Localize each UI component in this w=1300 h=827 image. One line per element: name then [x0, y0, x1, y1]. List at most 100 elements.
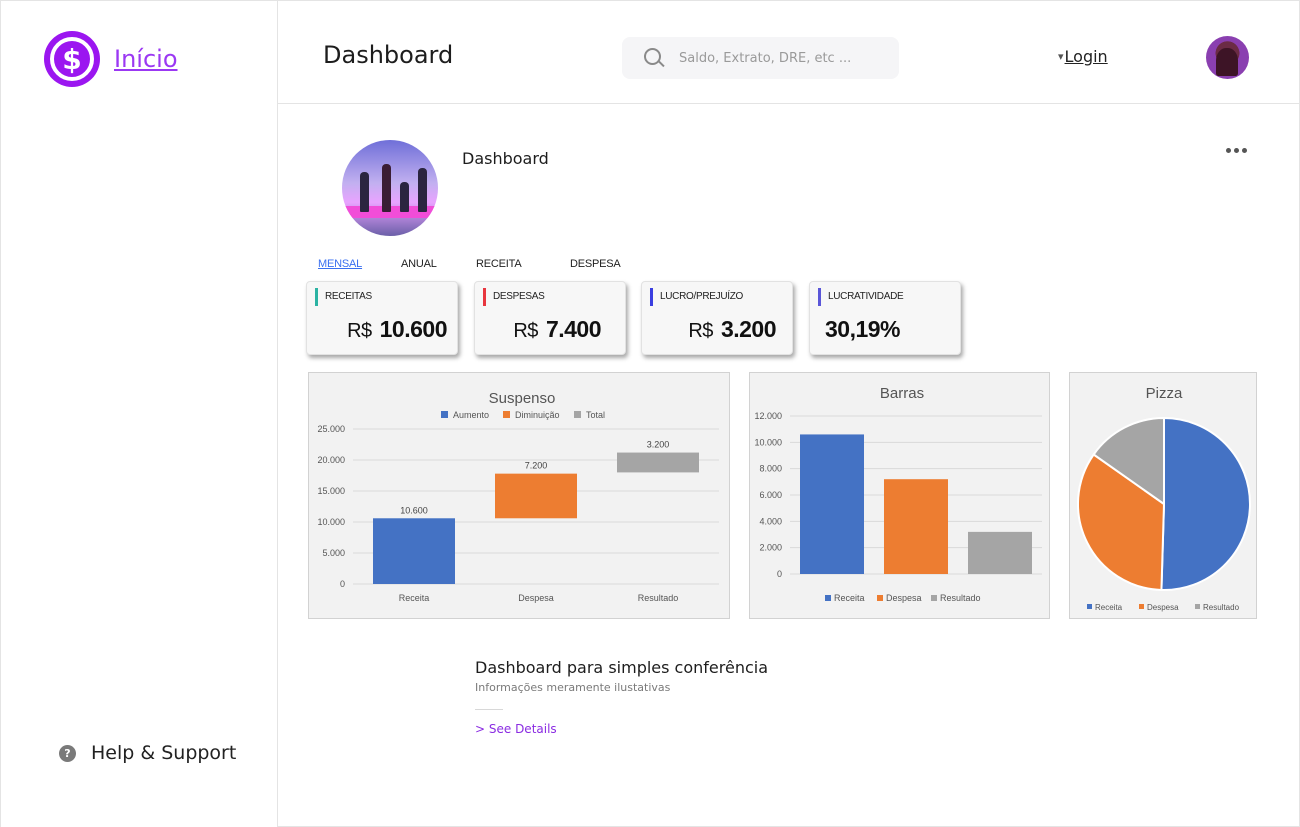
legend-label: Receita [834, 593, 865, 603]
pie-slice [1160, 416, 1251, 591]
kpi-label: RECEITAS [325, 291, 372, 302]
kpi-value: R$ 10.600 [347, 316, 447, 342]
chart-pizza: Pizza Receita Despesa Resultado [1069, 372, 1257, 619]
y-tick-label: 6.000 [759, 490, 782, 500]
help-support-link[interactable]: ? Help & Support [59, 742, 236, 764]
y-tick-label: 2.000 [759, 543, 782, 553]
legend-label: Resultado [1203, 603, 1240, 612]
kpi-card-receitas: RECEITAS R$ 10.600 [306, 281, 458, 355]
chart-pizza-svg: Pizza Receita Despesa Resultado [1077, 385, 1251, 612]
login-link[interactable]: Login [1065, 47, 1108, 66]
question-circle-icon: ? [59, 744, 76, 762]
kpi-card-lucro-prejuizo: LUCRO/PREJUÍZO R$ 3.200 [641, 281, 793, 355]
chart-title: Suspenso [489, 390, 556, 407]
login-dropdown[interactable]: ▾ Login [1058, 47, 1108, 66]
y-tick-label: 25.000 [317, 424, 345, 434]
period-tabs: MENSAL ANUAL RECEITA DESPESA [318, 258, 621, 270]
legend-swatch [574, 411, 581, 418]
card-title: Dashboard [462, 149, 549, 168]
chart-suspenso: Suspenso Aumento Diminuição Total 0 5.000 10.0… [308, 372, 730, 619]
home-link[interactable]: Início [114, 45, 178, 73]
data-label: 10.600 [400, 505, 428, 515]
caret-down-icon: ▾ [1058, 50, 1064, 63]
kpi-color-bar [818, 288, 821, 306]
sidebar: $ Início ? Help & Support [1, 1, 278, 827]
bar [800, 434, 864, 574]
help-support-label: Help & Support [91, 742, 237, 764]
x-tick-label: Receita [399, 593, 430, 603]
app-window: $ Início ? Help & Support Dashboard ▾ Lo… [0, 0, 1300, 827]
main-content: Dashboard MENSAL ANUAL RECEITA DESPESA R… [278, 104, 1300, 827]
legend-label: Aumento [453, 410, 489, 420]
legend-label: Despesa [1147, 603, 1179, 612]
kpi-label: LUCRATIVIDADE [828, 291, 904, 302]
bar [495, 473, 577, 519]
kpi-label: LUCRO/PREJUÍZO [660, 291, 744, 302]
tab-despesa[interactable]: DESPESA [570, 258, 621, 270]
tab-receita[interactable]: RECEITA [476, 258, 570, 270]
kpi-color-bar [315, 288, 318, 306]
x-tick-label: Despesa [518, 593, 554, 603]
chart-title: Barras [880, 385, 924, 402]
kpi-card-despesas: DESPESAS R$ 7.400 [474, 281, 626, 355]
legend-swatch [441, 411, 448, 418]
legend-label: Total [586, 410, 605, 420]
search-input[interactable] [679, 50, 879, 66]
dashboard-cover-image [342, 140, 438, 236]
y-tick-label: 5.000 [322, 548, 345, 558]
legend-swatch [1139, 604, 1144, 609]
y-tick-label: 12.000 [754, 411, 782, 421]
kpi-label: DESPESAS [493, 291, 545, 302]
legend-swatch [931, 595, 937, 601]
legend-label: Despesa [886, 593, 922, 603]
chart-barras-svg: Barras 0 2.000 4.000 6.000 8.000 10.000 12.000 R… [754, 385, 1042, 603]
bar [373, 518, 455, 584]
bar [968, 531, 1032, 574]
chart-barras: Barras 0 2.000 4.000 6.000 8.000 10.000 12.000 R… [749, 372, 1050, 619]
legend-label: Receita [1095, 603, 1123, 612]
y-tick-label: 4.000 [759, 516, 782, 526]
user-avatar[interactable] [1206, 36, 1249, 79]
kpi-value: R$ 3.200 [688, 316, 776, 342]
data-label: 3.200 [647, 440, 670, 450]
dollar-symbol: $ [50, 37, 94, 81]
page-title: Dashboard [323, 41, 454, 69]
y-tick-label: 10.000 [317, 517, 345, 527]
legend-swatch [503, 411, 510, 418]
kpi-color-bar [650, 288, 653, 306]
data-label: 7.200 [525, 461, 548, 471]
divider [475, 709, 503, 710]
x-tick-label: Resultado [638, 593, 679, 603]
legend-swatch [825, 595, 831, 601]
y-tick-label: 0 [777, 569, 782, 579]
bar [617, 452, 699, 473]
legend-label: Diminuição [515, 410, 560, 420]
legend-swatch [1195, 604, 1200, 609]
bar [884, 479, 948, 574]
info-subtitle: Informações meramente ilustativas [475, 681, 671, 694]
y-tick-label: 10.000 [754, 437, 782, 447]
tab-anual[interactable]: ANUAL [401, 258, 476, 270]
dollar-logo-icon: $ [44, 31, 100, 87]
legend-label: Resultado [940, 593, 981, 603]
y-tick-label: 8.000 [759, 464, 782, 474]
y-tick-label: 0 [340, 579, 345, 589]
search-box[interactable] [622, 37, 899, 79]
y-tick-label: 20.000 [317, 455, 345, 465]
see-details-link[interactable]: > See Details [475, 722, 557, 736]
kpi-value: R$ 7.400 [513, 316, 601, 342]
tab-mensal[interactable]: MENSAL [318, 258, 401, 270]
kpi-color-bar [483, 288, 486, 306]
search-icon [644, 47, 665, 69]
y-tick-label: 15.000 [317, 486, 345, 496]
kpi-card-lucratividade: LUCRATIVIDADE 30,19% [809, 281, 961, 355]
chart-suspenso-svg: SuspensoAumento Diminuição Total 0 5.000 10.0… [317, 390, 719, 603]
more-options-icon[interactable] [1226, 148, 1247, 153]
legend-swatch [1087, 604, 1092, 609]
legend-swatch [877, 595, 883, 601]
kpi-value: 30,19% [825, 316, 901, 342]
top-header: Dashboard ▾ Login [278, 1, 1300, 104]
chart-title: Pizza [1146, 385, 1183, 402]
brand[interactable]: $ Início [44, 31, 178, 87]
info-title: Dashboard para simples conferência [475, 658, 769, 677]
